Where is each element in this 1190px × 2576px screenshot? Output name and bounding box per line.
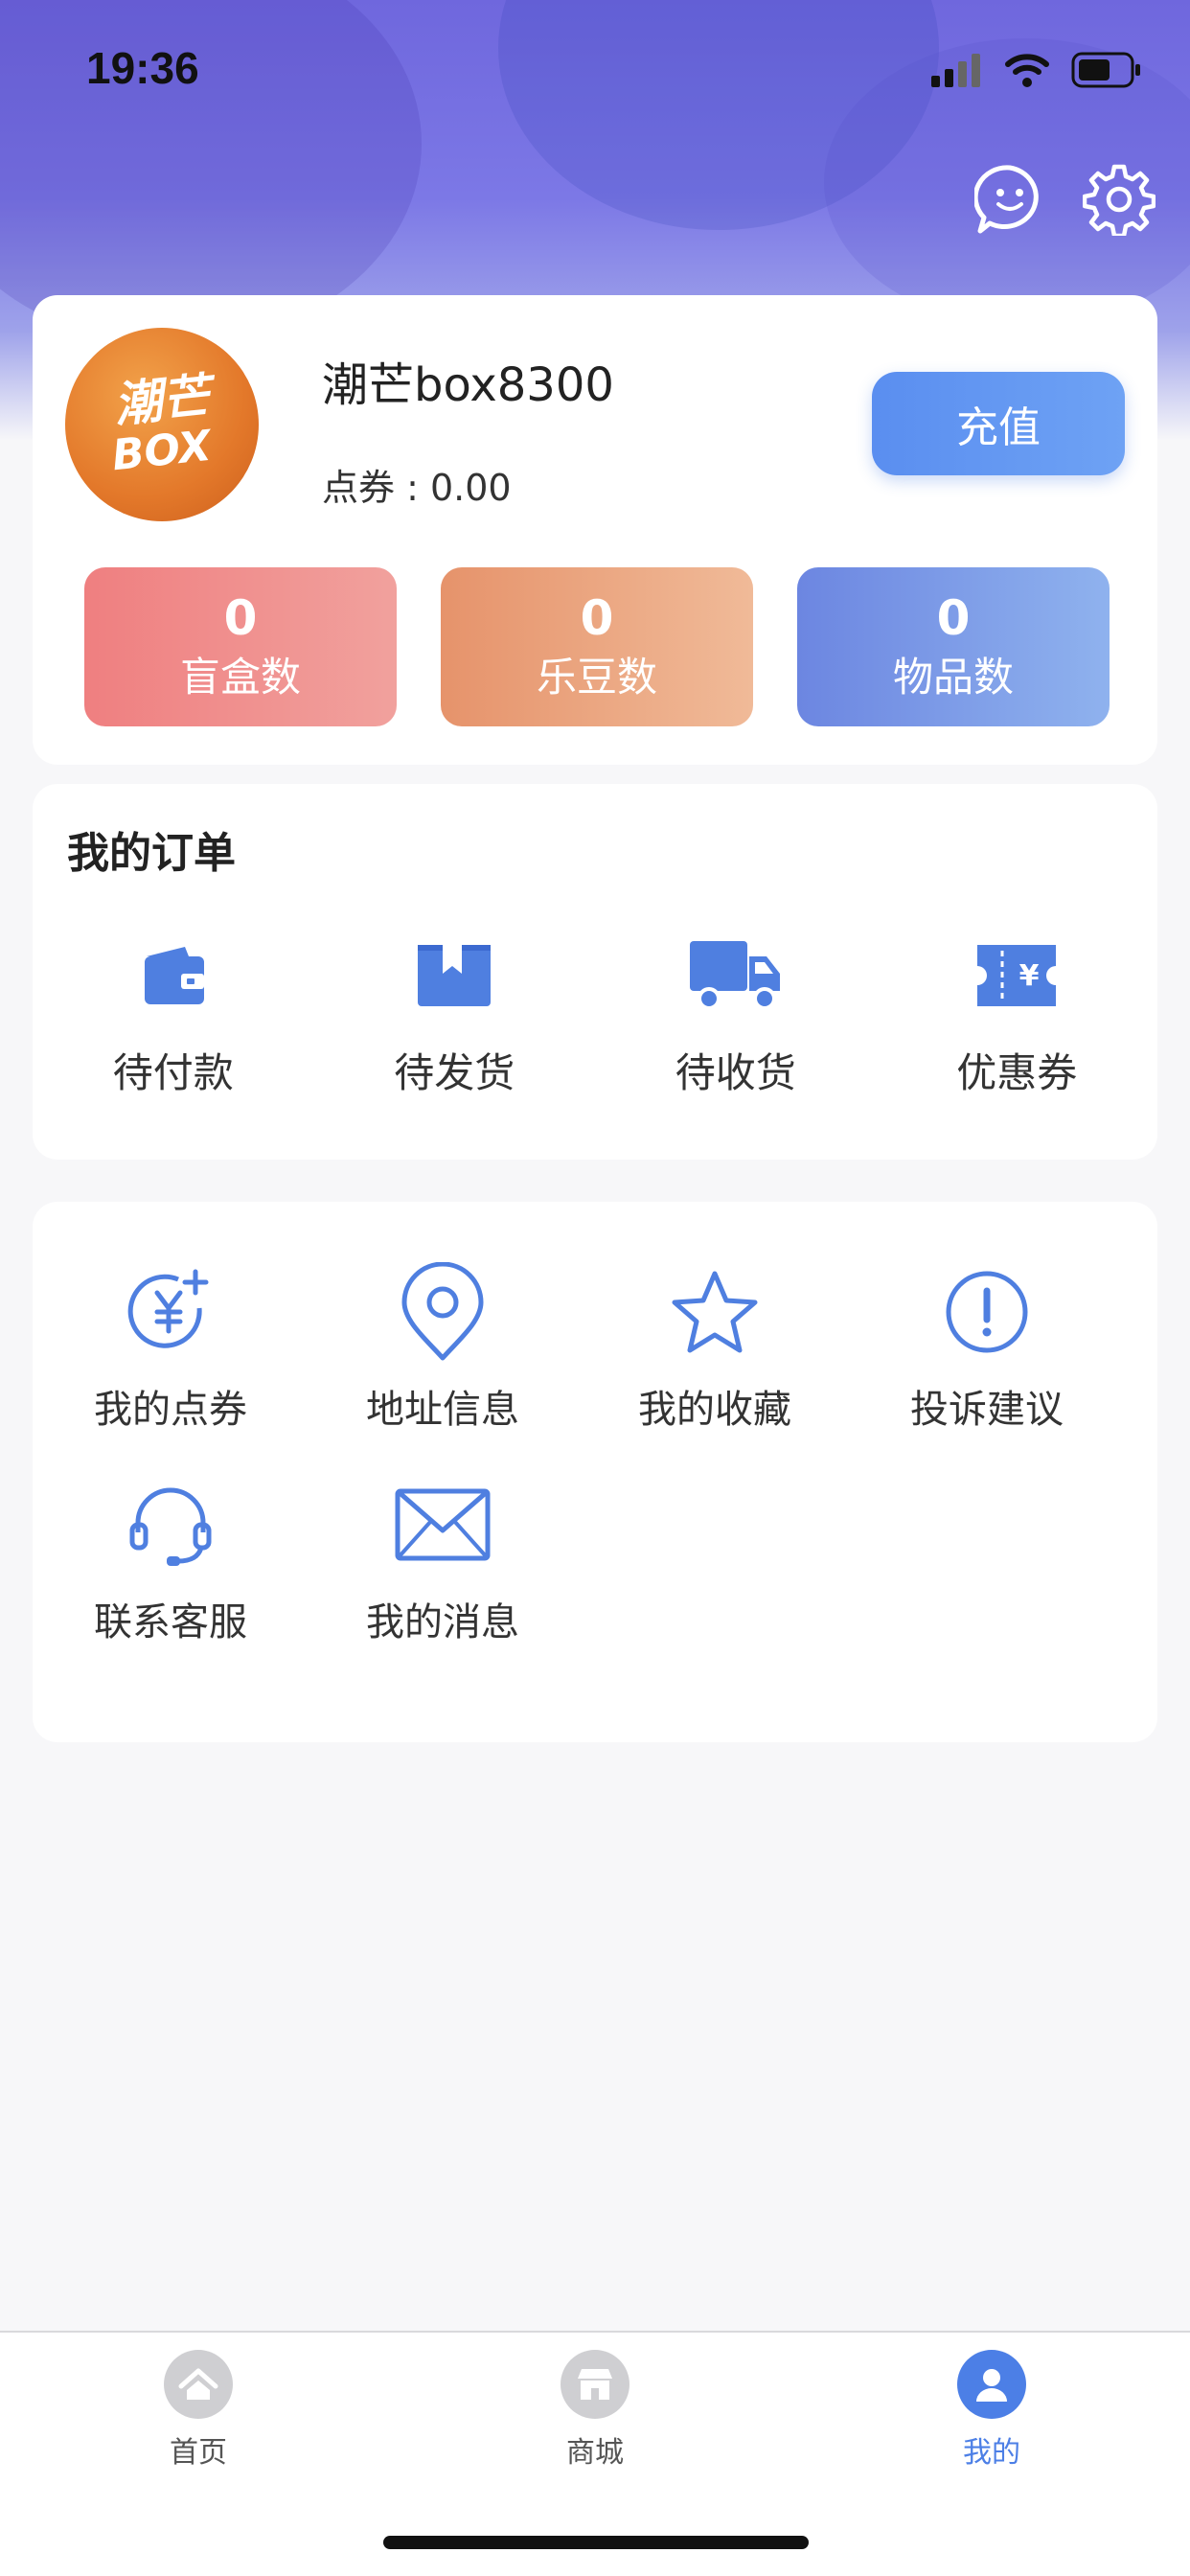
status-bar: 19:36: [0, 0, 1190, 144]
order-label: 优惠券: [956, 1049, 1078, 1096]
avatar[interactable]: 潮芒 BOX: [65, 328, 259, 521]
tab-mine[interactable]: 我的: [896, 2350, 1087, 2471]
tab-label: 首页: [170, 2436, 227, 2470]
order-label: 待付款: [112, 1049, 234, 1096]
battery-icon: [1071, 52, 1140, 88]
tab-label: 商城: [566, 2436, 624, 2470]
service-label: 联系客服: [94, 1600, 247, 1644]
home-icon: [178, 2368, 218, 2400]
home-indicator: [383, 2536, 809, 2549]
wifi-icon: [1005, 54, 1049, 87]
service-label: 投诉建议: [910, 1388, 1064, 1432]
order-pending-payment[interactable]: 待付款: [33, 928, 314, 1099]
status-icons: [929, 52, 1142, 88]
yen-plus-icon: [127, 1269, 209, 1348]
stats-row: 0 盲盒数 0 乐豆数 0 物品数: [84, 567, 1110, 726]
service-address[interactable]: 地址信息: [307, 1259, 579, 1434]
avatar-text-line2: BOX: [109, 421, 214, 481]
order-coupons[interactable]: ¥ 优惠券: [877, 928, 1158, 1099]
tab-home[interactable]: 首页: [103, 2350, 294, 2471]
orders-card: 我的订单 待付款 待发货 待收货 ¥ 优惠券: [33, 784, 1157, 1160]
recharge-button[interactable]: 充值: [872, 372, 1125, 475]
stat-ledou[interactable]: 0 乐豆数: [441, 567, 753, 726]
signal-icon: [931, 54, 980, 87]
truck-icon: [689, 941, 780, 1010]
top-actions: [972, 161, 1157, 238]
service-label: 我的收藏: [638, 1388, 791, 1432]
chat-icon: [974, 165, 1039, 234]
service-messages[interactable]: 我的消息: [307, 1472, 579, 1646]
coupon-icon: ¥: [977, 945, 1057, 1006]
services-grid: 我的点券 地址信息 我的收藏 投诉建议 联系客服 我的消息: [34, 1259, 1159, 1685]
status-time: 19:36: [86, 43, 199, 93]
box-icon: [418, 945, 492, 1006]
gear-icon: [1083, 164, 1156, 236]
headset-icon: [129, 1487, 212, 1566]
orders-title: 我的订单: [67, 829, 236, 878]
stat-items[interactable]: 0 物品数: [797, 567, 1110, 726]
stat-value: 0: [936, 590, 971, 646]
orders-grid: 待付款 待发货 待收货 ¥ 优惠券: [33, 928, 1157, 1099]
user-icon: [976, 2369, 1007, 2402]
order-pending-shipment[interactable]: 待发货: [314, 928, 596, 1099]
tab-label: 我的: [963, 2436, 1020, 2470]
service-label: 地址信息: [366, 1388, 519, 1432]
service-feedback[interactable]: 投诉建议: [851, 1259, 1123, 1434]
points-balance: 点券 : 0.00: [322, 467, 512, 509]
location-pin-icon: [401, 1262, 484, 1361]
services-card: 我的点券 地址信息 我的收藏 投诉建议 联系客服 我的消息: [33, 1202, 1157, 1742]
service-my-points[interactable]: 我的点券: [34, 1259, 307, 1434]
service-label: 我的点券: [94, 1388, 247, 1432]
stat-value: 0: [580, 590, 614, 646]
stat-value: 0: [223, 590, 258, 646]
profile-card: 潮芒 BOX 潮芒box8300 点券 : 0.00 充值 0 盲盒数 0 乐豆…: [33, 295, 1157, 765]
order-pending-receipt[interactable]: 待收货: [595, 928, 877, 1099]
order-label: 待收货: [675, 1049, 796, 1096]
stat-label: 盲盒数: [179, 654, 301, 701]
exclamation-icon: [946, 1271, 1028, 1353]
settings-button[interactable]: [1081, 161, 1157, 238]
star-icon: [672, 1271, 758, 1353]
service-label: 我的消息: [366, 1600, 519, 1644]
store-icon: [578, 2369, 612, 2400]
svg-text:¥: ¥: [1019, 959, 1040, 993]
username: 潮芒box8300: [322, 358, 614, 412]
stat-blind-box[interactable]: 0 盲盒数: [84, 567, 397, 726]
tab-store[interactable]: 商城: [499, 2350, 691, 2471]
wallet-icon: [144, 947, 204, 1004]
service-customer-service[interactable]: 联系客服: [34, 1472, 307, 1646]
stat-label: 乐豆数: [536, 654, 657, 701]
service-favorites[interactable]: 我的收藏: [579, 1259, 851, 1434]
envelope-icon: [395, 1488, 491, 1561]
chat-button[interactable]: [972, 161, 1048, 238]
order-label: 待发货: [394, 1049, 515, 1096]
stat-label: 物品数: [892, 654, 1014, 701]
